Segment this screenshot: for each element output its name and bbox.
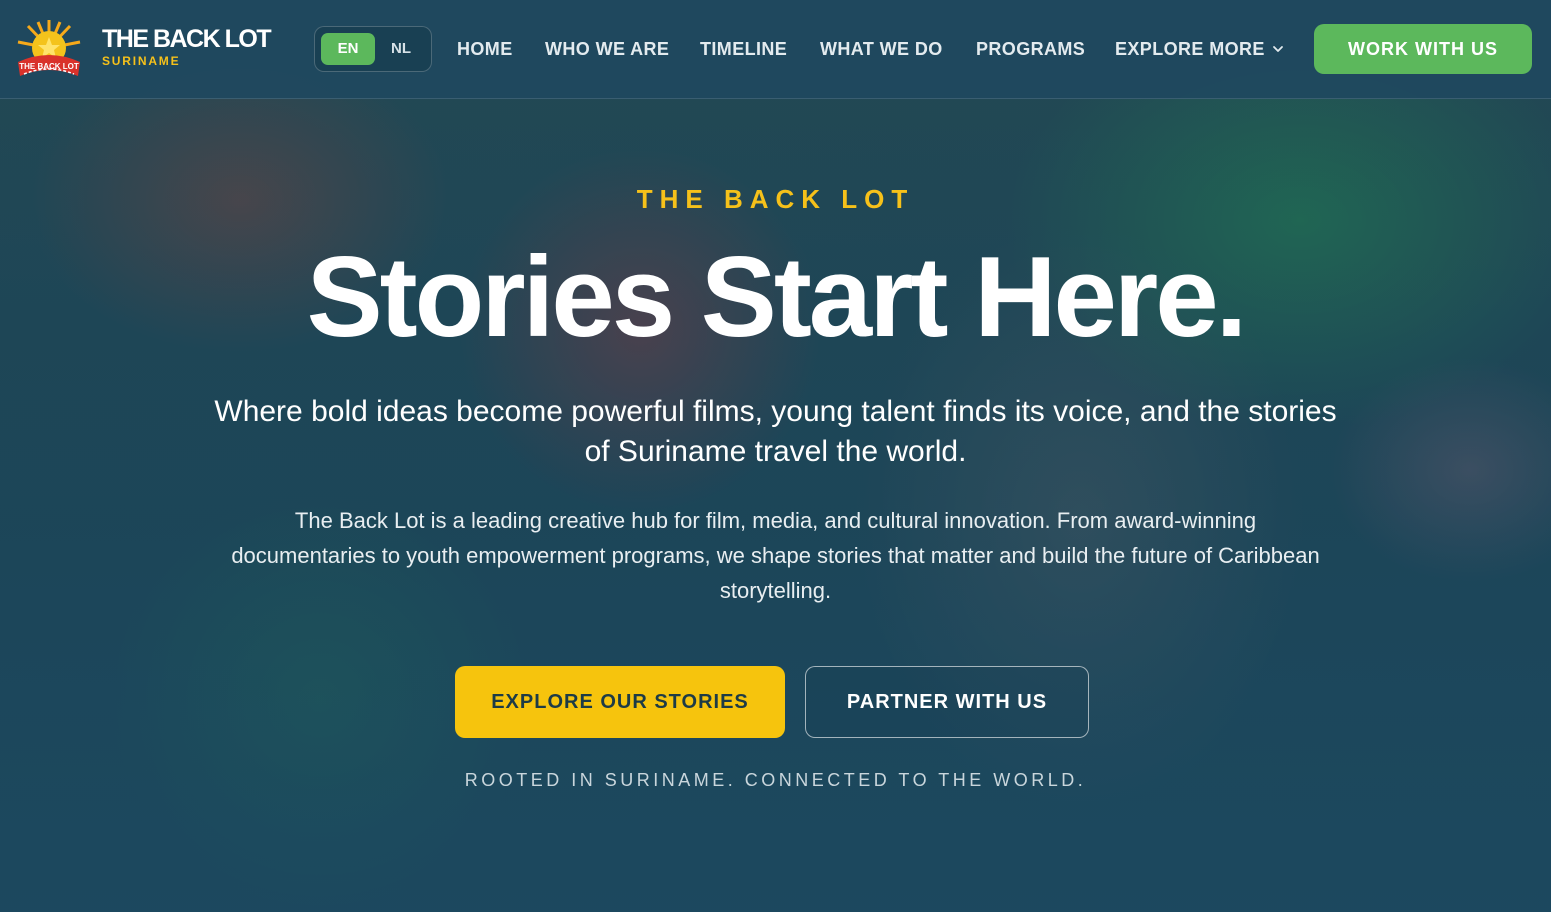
nav-link-what-we-do[interactable]: WHAT WE DO bbox=[820, 38, 943, 60]
brand-title[interactable]: THE BACK LOT bbox=[102, 26, 272, 52]
nav-link-timeline[interactable]: TIMELINE bbox=[700, 38, 787, 60]
nav-link-home[interactable]: HOME bbox=[457, 38, 513, 60]
nav-link-programs[interactable]: PROGRAMS bbox=[976, 38, 1085, 60]
nav-link-explore-more[interactable]: EXPLORE MORE bbox=[1115, 38, 1265, 60]
hero-headline: Stories Start Here. bbox=[306, 234, 1248, 361]
hero-kicker: THE BACK LOT bbox=[636, 184, 915, 214]
chevron-down-icon[interactable] bbox=[1272, 42, 1284, 54]
language-toggle: EN NL bbox=[314, 26, 432, 72]
hero-subheading: Where bold ideas become powerful films, … bbox=[214, 395, 1337, 468]
brand-subtitle: SURINAME bbox=[102, 54, 181, 68]
nav-link-who-we-are[interactable]: WHO WE ARE bbox=[545, 38, 669, 60]
logo-badge-text: THE BACK LOT bbox=[19, 62, 79, 71]
top-navigation-bar: THE BACK LOT THE BACK LOT SURINAME EN NL… bbox=[0, 0, 1551, 99]
language-option-en[interactable]: EN bbox=[321, 33, 375, 65]
work-with-us-button[interactable]: WORK WITH US bbox=[1314, 24, 1532, 74]
partner-with-us-button[interactable]: PARTNER WITH US bbox=[805, 666, 1089, 738]
hero-body-text: The Back Lot is a leading creative hub f… bbox=[231, 508, 1320, 603]
star-logo-icon[interactable]: THE BACK LOT bbox=[14, 18, 84, 84]
language-option-nl[interactable]: NL bbox=[377, 33, 425, 65]
hero-tagline: ROOTED IN SURINAME. CONNECTED TO THE WOR… bbox=[464, 770, 1087, 790]
explore-our-stories-button[interactable]: EXPLORE OUR STORIES bbox=[455, 666, 785, 738]
